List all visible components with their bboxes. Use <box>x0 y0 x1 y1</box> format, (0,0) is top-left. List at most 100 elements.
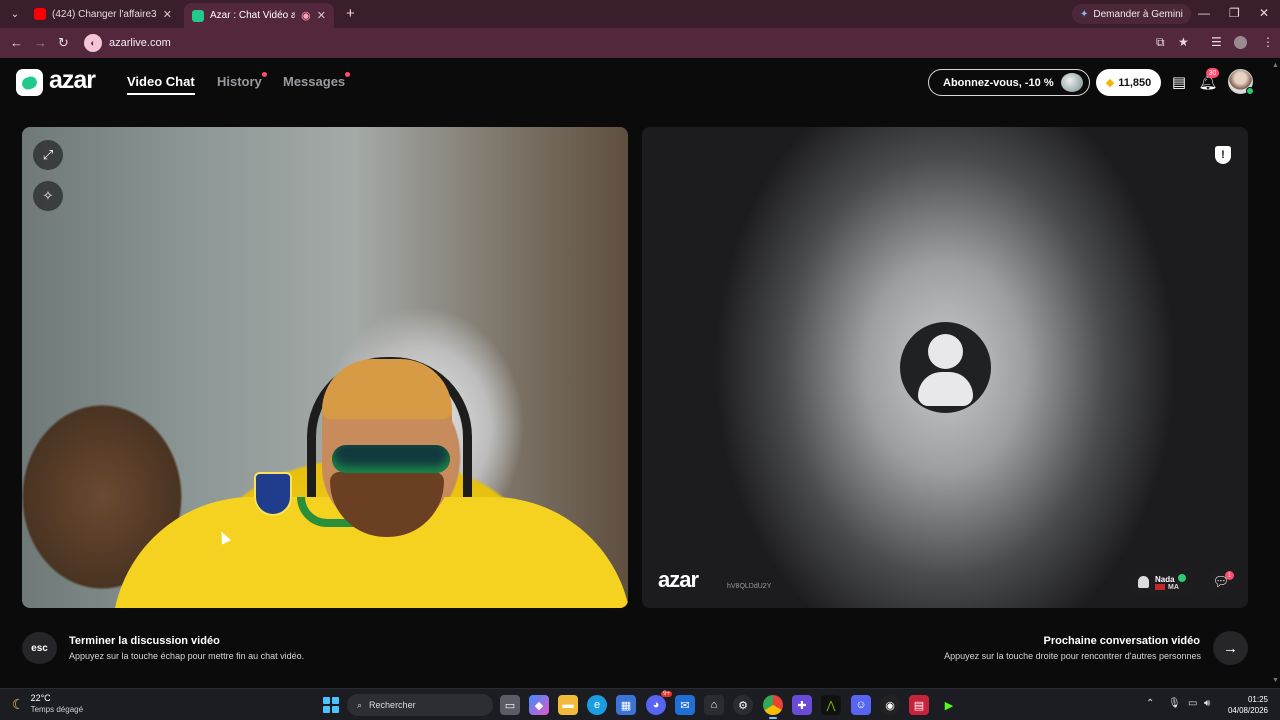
report-shield-icon[interactable]: ! <box>1215 146 1231 164</box>
azar-logo-text[interactable]: azar <box>49 66 96 95</box>
discord-icon[interactable]: ◕ 9+ <box>646 691 672 715</box>
file-explorer-icon[interactable]: ▭ <box>500 695 520 715</box>
browser-tab-azar[interactable]: Azar : Chat Vidéo avec de n ◉ ✕ <box>184 3 334 28</box>
microphone-icon[interactable]: 🎙︎ <box>1168 698 1181 709</box>
moon-icon: ☾ <box>12 695 25 712</box>
weather-desc: Temps dégagé <box>30 705 84 714</box>
scroll-up-icon[interactable]: ▲ <box>1272 62 1279 69</box>
peer-name: Nada <box>1155 574 1175 584</box>
gamepad-icon[interactable]: ✚ <box>792 695 812 715</box>
esc-end-button[interactable]: esc <box>22 632 57 664</box>
gemini-button[interactable]: ✦ Demander à Gemini <box>1072 4 1191 24</box>
subscribe-button[interactable]: Abonnez-vous, -10 % <box>928 69 1090 96</box>
self-video: ⤢ ✧ <box>22 127 628 608</box>
youtube-icon <box>34 8 46 20</box>
tab-title: Azar : Chat Vidéo avec de n <box>210 10 296 21</box>
expand-icon[interactable]: ⤢ <box>33 140 63 170</box>
weather-temp: 22°C <box>30 693 51 703</box>
azar-logo-icon[interactable] <box>16 69 43 96</box>
coins-count: 11,850 <box>1118 76 1152 89</box>
display-icon[interactable]: ▭ <box>1188 698 1197 709</box>
mixer-icon[interactable]: ▤ <box>909 695 929 715</box>
subscribe-label: Abonnez-vous, -10 % <box>943 76 1054 89</box>
reading-list-icon[interactable]: ☰ <box>1211 35 1222 49</box>
close-tab-icon[interactable]: ✕ <box>317 9 326 22</box>
folder-icon[interactable]: ▬ <box>558 695 578 715</box>
chevron-up-icon[interactable]: ⌃ <box>1146 698 1154 709</box>
copilot-icon[interactable]: ◆ <box>529 695 549 715</box>
start-button[interactable] <box>323 697 339 713</box>
history-unread-dot <box>261 72 267 77</box>
video-subject <box>332 445 450 473</box>
peer-id: hV8QLDdU2Y <box>727 583 772 590</box>
flag-icon <box>1155 584 1165 590</box>
discord-alt-icon[interactable]: ☺ <box>851 695 871 715</box>
peer-country: MA <box>1168 583 1179 591</box>
edge-icon[interactable]: e <box>587 695 607 715</box>
tab-history[interactable]: History <box>217 72 267 89</box>
reload-button[interactable]: ↻ <box>58 35 69 51</box>
video-subject <box>254 472 292 516</box>
magic-wand-icon[interactable]: ✧ <box>33 181 63 211</box>
url-text: azarlive.com <box>109 37 171 49</box>
azar-header: azar Video Chat History Messages Abonnez… <box>0 58 1280 110</box>
steam-icon[interactable]: ⚙ <box>733 695 753 715</box>
end-chat-title: Terminer la discussion vidéo <box>69 635 220 647</box>
close-tab-icon[interactable]: ✕ <box>163 8 172 21</box>
new-tab-button[interactable]: + <box>346 5 355 22</box>
close-window-button[interactable]: ✕ <box>1259 6 1269 20</box>
volume-icon[interactable]: 🔊︎ <box>1204 698 1210 709</box>
page-scrollbar[interactable]: ▲ ▼ <box>1271 58 1280 688</box>
browser-tabstrip: ⌄ (424) Changer l'affaire33 - WAN ✕ Azar… <box>0 0 1280 28</box>
back-button[interactable]: ← <box>10 35 23 50</box>
peer-placeholder-avatar <box>900 322 991 413</box>
subscription-gem-icon <box>1061 73 1083 92</box>
tab-search-button[interactable]: ⌄ <box>4 4 26 24</box>
browser-toolbar: ← → ↻ ◐ azarlive.com ⧉ ★ ☰ ⋮ <box>0 28 1280 58</box>
verified-icon <box>1177 573 1186 582</box>
taskbar-search[interactable]: ⌕ Rechercher <box>347 694 493 716</box>
maximize-button[interactable]: ❐ <box>1229 6 1240 20</box>
address-bar[interactable]: ◐ azarlive.com <box>80 31 1200 55</box>
browser-tab-youtube[interactable]: (424) Changer l'affaire33 - WAN ✕ <box>26 3 180 25</box>
chat-unread-badge: 1 <box>1225 571 1234 580</box>
weather-widget[interactable]: ☾ 22°C Temps dégagé <box>12 693 83 715</box>
ubisoft-icon[interactable]: ⌂ <box>704 695 724 715</box>
next-arrow-button[interactable]: → <box>1213 631 1248 665</box>
system-clock[interactable]: 01:25 04/08/2026 <box>1222 694 1268 716</box>
person-icon <box>1138 576 1149 588</box>
shop-icon[interactable]: ▤ <box>1169 72 1189 92</box>
tab-title: (424) Changer l'affaire33 - WAN <box>52 8 157 20</box>
end-chat-subtitle: Appuyez sur la touche échap pour mettre … <box>69 651 305 661</box>
gem-icon: ◆ <box>1105 77 1115 89</box>
gemini-label: Demander à Gemini <box>1093 8 1183 20</box>
tab-messages[interactable]: Messages <box>283 72 351 89</box>
next-chat-subtitle: Appuyez sur la touche droite pour rencon… <box>944 651 1201 661</box>
nvidia-icon[interactable]: ⋀ <box>821 695 841 715</box>
coins-button[interactable]: ◆ 11,850 <box>1096 69 1161 96</box>
play-icon[interactable]: ▶ <box>939 695 959 715</box>
forward-button[interactable]: → <box>34 35 47 50</box>
mail-icon[interactable]: ✉ <box>675 695 695 715</box>
obs-icon[interactable]: ◉ <box>880 695 900 715</box>
online-indicator <box>1246 87 1254 95</box>
search-icon: ⌕ <box>357 699 363 710</box>
recording-icon: ◉ <box>301 10 311 22</box>
profile-icon[interactable] <box>1234 36 1247 49</box>
clock-date: 04/08/2026 <box>1227 706 1268 715</box>
minimize-button[interactable]: — <box>1198 6 1210 20</box>
store-icon[interactable]: ▦ <box>616 695 636 715</box>
peer-watermark-logo: azar <box>658 567 699 592</box>
clock-time: 01:25 <box>1247 695 1268 704</box>
bookmark-star-icon[interactable]: ★ <box>1178 35 1189 49</box>
menu-kebab-icon[interactable]: ⋮ <box>1262 35 1274 49</box>
install-app-icon[interactable]: ⧉ <box>1156 35 1165 50</box>
peer-profile-card[interactable]: Nada MA <box>1128 567 1198 597</box>
site-info-icon[interactable]: ◐ <box>84 34 102 52</box>
messages-unread-dot <box>345 72 351 77</box>
user-avatar[interactable] <box>1228 69 1254 95</box>
tab-video-chat[interactable]: Video Chat <box>127 74 195 95</box>
chrome-icon[interactable] <box>763 695 783 719</box>
scroll-down-icon[interactable]: ▼ <box>1272 677 1279 684</box>
peer-video: ! azar hV8QLDdU2Y Nada MA 💬︎ 1 <box>642 127 1248 608</box>
